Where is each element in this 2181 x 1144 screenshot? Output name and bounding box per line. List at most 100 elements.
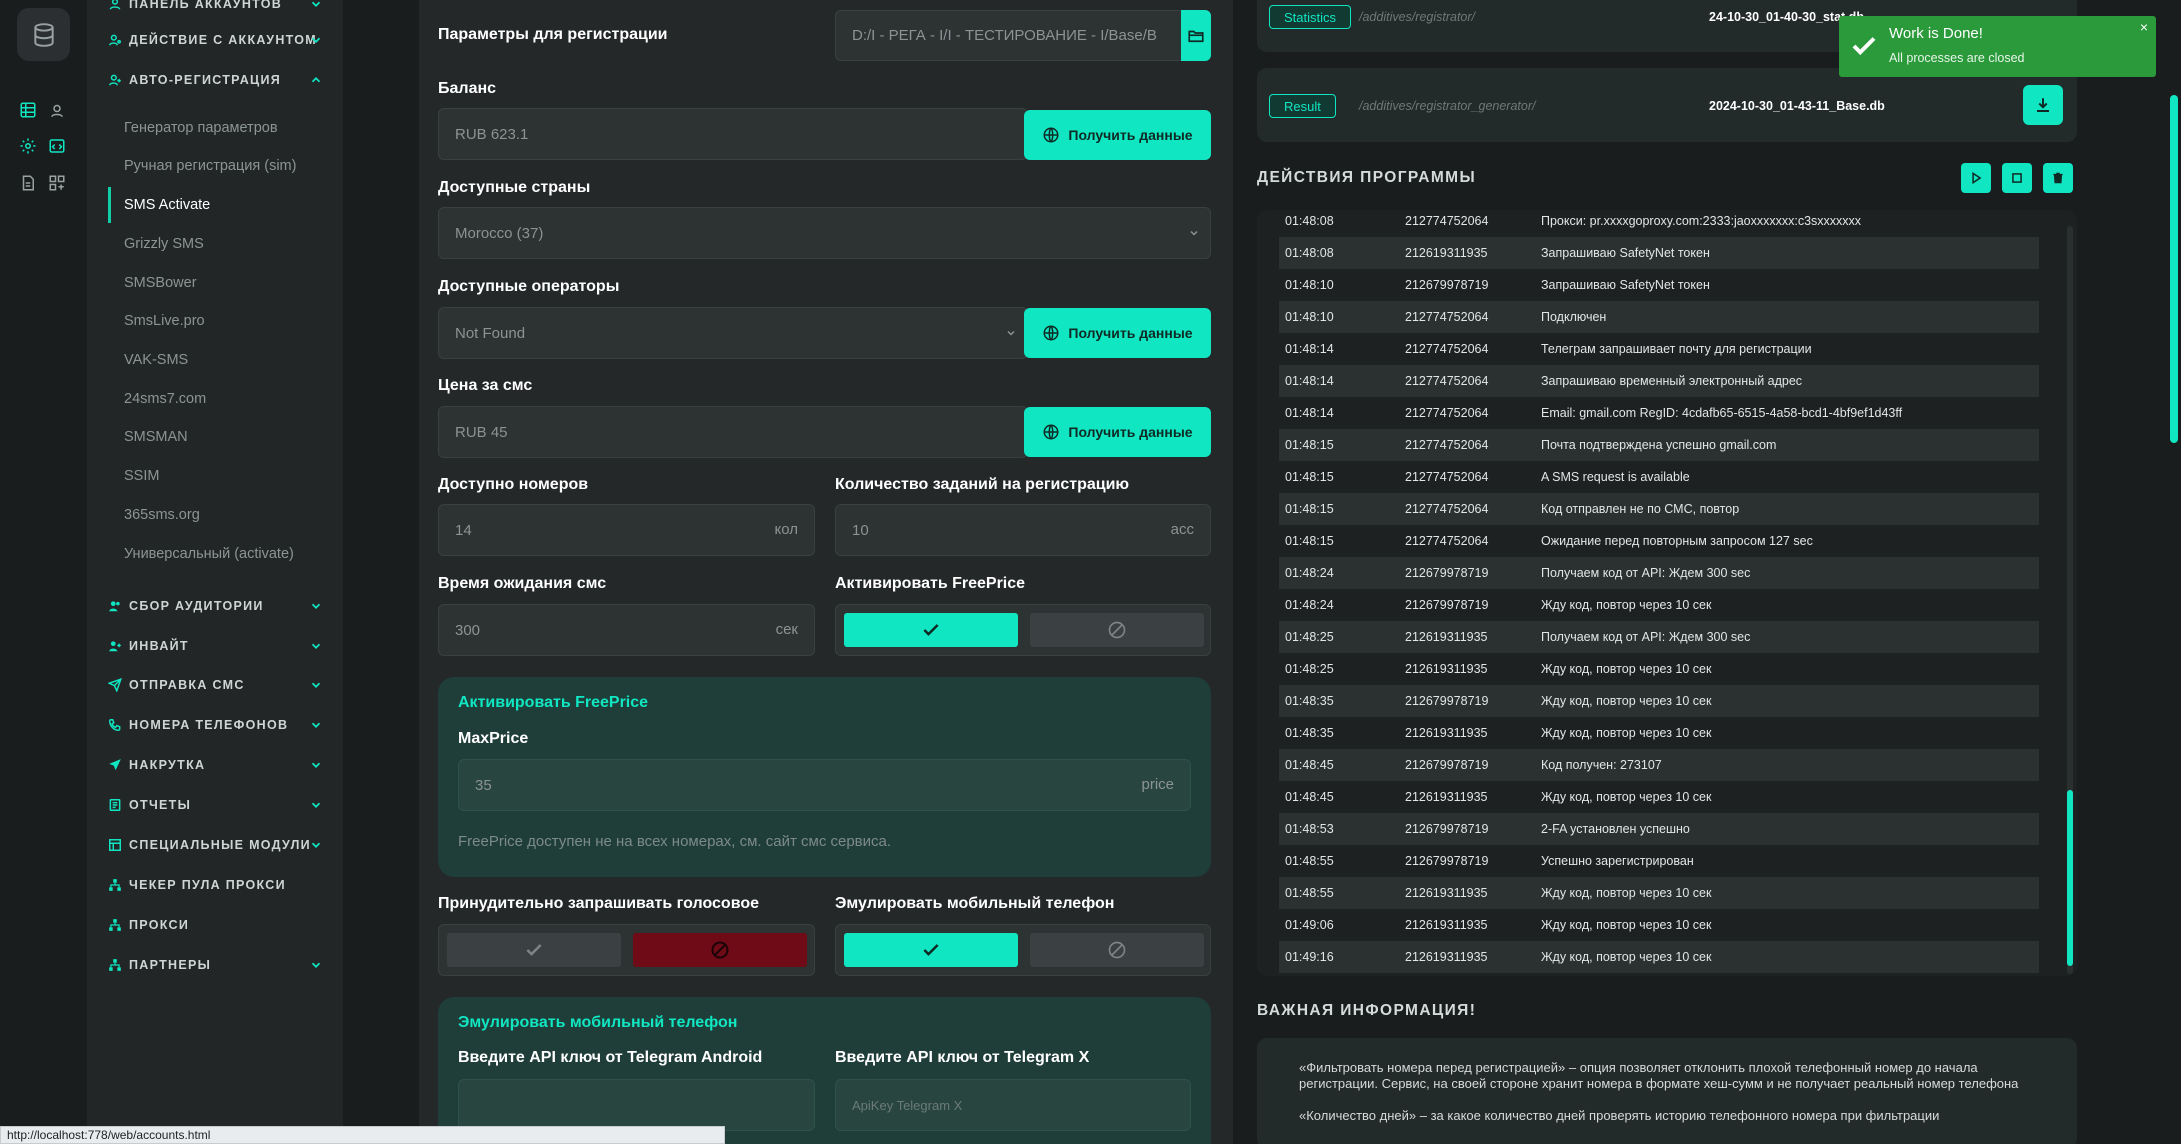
api-android-input[interactable] bbox=[458, 1079, 815, 1131]
log-row: 01:48:24 212679978719 Получаем код от API:… bbox=[1279, 557, 2039, 589]
sms-price-label: Цена за смс bbox=[438, 377, 533, 394]
log-message: Ожидание перед повторным запросом 127 se… bbox=[1541, 534, 1813, 548]
sidebar-item-universal-activate[interactable]: Универсальный (activate) bbox=[87, 536, 343, 572]
log-message: Почта подтверждена успешно gmail.com bbox=[1541, 438, 1777, 452]
globe-icon bbox=[1043, 325, 1059, 341]
check-icon bbox=[923, 944, 939, 956]
document-icon[interactable] bbox=[17, 172, 39, 194]
apps-icon[interactable] bbox=[46, 172, 68, 194]
freeprice-toggle bbox=[835, 604, 1211, 656]
api-x-placeholder: ApiKey Telegram X bbox=[852, 1097, 963, 1113]
sidebar-section-send-sms[interactable]: Отправка смс bbox=[87, 667, 343, 703]
log-phone: 212619311935 bbox=[1405, 246, 1488, 260]
log-row: 01:48:15 212774752064 Почта подтверждена у… bbox=[1279, 429, 2039, 461]
download-button[interactable] bbox=[2023, 85, 2063, 125]
send-icon bbox=[107, 757, 123, 773]
sidebar-item-smslive[interactable]: SmsLive.pro bbox=[87, 303, 343, 339]
sidebar-item-sms-activate[interactable]: SMS Activate bbox=[87, 187, 343, 223]
page-scrollbar-thumb[interactable] bbox=[2170, 95, 2178, 443]
log-row: 01:48:15 212774752064 A SMS request is ava… bbox=[1279, 461, 2039, 493]
ban-icon bbox=[1108, 621, 1126, 639]
maxprice-field[interactable]: 35 price bbox=[458, 759, 1191, 811]
countries-label: Доступные страны bbox=[438, 179, 591, 196]
log-phone: 212619311935 bbox=[1405, 630, 1488, 644]
log-panel[interactable]: 01:48:08 212774752064 Прокси: pr.xxxxgopro… bbox=[1257, 210, 2077, 976]
operators-select[interactable]: Not Found bbox=[438, 307, 1028, 359]
emulate-mobile-toggle bbox=[835, 924, 1211, 976]
api-x-input[interactable]: ApiKey Telegram X bbox=[835, 1079, 1191, 1131]
emulate-mobile-on-button[interactable] bbox=[844, 933, 1018, 967]
freeprice-on-button[interactable] bbox=[844, 613, 1018, 647]
sidebar-item-ssim[interactable]: SSIM bbox=[87, 458, 343, 494]
database-icon[interactable] bbox=[17, 8, 70, 61]
log-row: 01:48:55 212679978719 Успешно зарегистриро… bbox=[1279, 845, 2039, 877]
sidebar-section-special-modules[interactable]: Специальные модули bbox=[87, 827, 343, 863]
divider bbox=[343, 0, 419, 1144]
code-window-icon[interactable] bbox=[46, 135, 68, 157]
globe-icon bbox=[1043, 127, 1059, 143]
close-icon[interactable]: × bbox=[2140, 19, 2148, 35]
sidebar-item-smsman[interactable]: SMSMAN bbox=[87, 419, 343, 455]
get-data-label: Получить данные bbox=[1068, 325, 1193, 341]
sidebar-item-manual-registration[interactable]: Ручная регистрация (sim) bbox=[87, 148, 343, 184]
sidebar-section-proxy[interactable]: Прокси bbox=[87, 907, 343, 943]
log-scrollbar-thumb[interactable] bbox=[2067, 790, 2073, 966]
module-icon bbox=[107, 837, 123, 853]
sms-wait-field[interactable]: 300 сек bbox=[438, 604, 815, 656]
stop-button[interactable] bbox=[2002, 163, 2032, 193]
sidebar-section-audience[interactable]: Сбор аудитории bbox=[87, 588, 343, 624]
get-price-button[interactable]: Получить данные bbox=[1024, 407, 1211, 457]
countries-select[interactable]: Morocco (37) bbox=[438, 207, 1211, 259]
sidebar-section-accounts-panel[interactable]: Панель аккаунтов bbox=[87, 0, 343, 22]
log-row: 01:48:35 212679978719 Жду код, повтор чере… bbox=[1279, 685, 2039, 717]
freeprice-toggle-label: Активировать FreePrice bbox=[835, 575, 1026, 592]
sidebar-section-invite[interactable]: Инвайт bbox=[87, 628, 343, 664]
sidebar-section-partners[interactable]: Партнеры bbox=[87, 947, 343, 983]
chevron-down-icon bbox=[311, 962, 321, 968]
network-icon bbox=[107, 877, 123, 893]
chevron-down-icon bbox=[311, 37, 321, 43]
countries-select-value: Morocco (37) bbox=[455, 224, 544, 242]
sidebar-section-boost[interactable]: Накрутка bbox=[87, 747, 343, 783]
sidebar-item-365sms[interactable]: 365sms.org bbox=[87, 497, 343, 533]
sidebar-section-reports[interactable]: Отчеты bbox=[87, 787, 343, 823]
freeprice-card: Активировать FreePrice MaxPrice 35 price… bbox=[438, 677, 1211, 877]
log-row: 01:48:25 212619311935 Получаем код от API:… bbox=[1279, 621, 2039, 653]
sidebar-section-auto-registration[interactable]: Авто-регистрация bbox=[87, 62, 343, 98]
tasks-count-field[interactable]: 10 acc bbox=[835, 504, 1211, 556]
location-icon[interactable] bbox=[46, 99, 68, 121]
sms-wait-value: 300 bbox=[455, 621, 481, 639]
log-row: 01:48:08 212619311935 Запрашиваю SafetyNet… bbox=[1279, 237, 2039, 269]
sidebar-section-proxy-checker[interactable]: Чекер пула прокси bbox=[87, 867, 343, 903]
sidebar-section-phone-numbers[interactable]: Номера телефонов bbox=[87, 707, 343, 743]
chevron-down-icon bbox=[311, 762, 321, 768]
sidebar-section-label: Авто-регистрация bbox=[129, 73, 282, 87]
sidebar-item-24sms7[interactable]: 24sms7.com bbox=[87, 381, 343, 417]
clear-log-button[interactable] bbox=[2043, 163, 2073, 193]
sidebar-section-account-actions[interactable]: Действие с аккаунтом bbox=[87, 22, 343, 58]
play-button[interactable] bbox=[1961, 163, 1991, 193]
log-phone: 212774752064 bbox=[1405, 470, 1489, 484]
sms-wait-unit: сек bbox=[775, 621, 798, 638]
log-phone: 212679978719 bbox=[1405, 758, 1489, 772]
sidebar-item-smsbower[interactable]: SMSBower bbox=[87, 265, 343, 301]
get-operators-button[interactable]: Получить данные bbox=[1024, 308, 1211, 358]
force-voice-on-button[interactable] bbox=[447, 933, 621, 967]
log-phone: 212774752064 bbox=[1405, 502, 1489, 516]
sidebar-item-grizzly-sms[interactable]: Grizzly SMS bbox=[87, 226, 343, 262]
freeprice-off-button[interactable] bbox=[1030, 613, 1204, 647]
force-voice-off-button[interactable] bbox=[633, 933, 807, 967]
log-phone: 212679978719 bbox=[1405, 822, 1489, 836]
log-time: 01:48:10 bbox=[1285, 310, 1334, 324]
statistics-tag: Statistics bbox=[1269, 5, 1352, 29]
params-path-field[interactable]: D:/I - РЕГА - I/I - ТЕСТИРОВАНИЕ - I/Bas… bbox=[835, 10, 1211, 61]
folder-open-button[interactable] bbox=[1181, 10, 1211, 61]
table-icon[interactable] bbox=[17, 99, 39, 121]
sidebar-item-param-generator[interactable]: Генератор параметров bbox=[87, 110, 343, 146]
sidebar-item-vak-sms[interactable]: VAK-SMS bbox=[87, 342, 343, 378]
gear-icon[interactable] bbox=[17, 135, 39, 157]
available-numbers-field[interactable]: 14 кол bbox=[438, 504, 815, 556]
get-balance-button[interactable]: Получить данные bbox=[1024, 110, 1211, 160]
emulate-mobile-off-button[interactable] bbox=[1030, 933, 1204, 967]
log-message: Email: gmail.com RegID: 4cdafb65-6515-4a… bbox=[1541, 406, 1903, 420]
